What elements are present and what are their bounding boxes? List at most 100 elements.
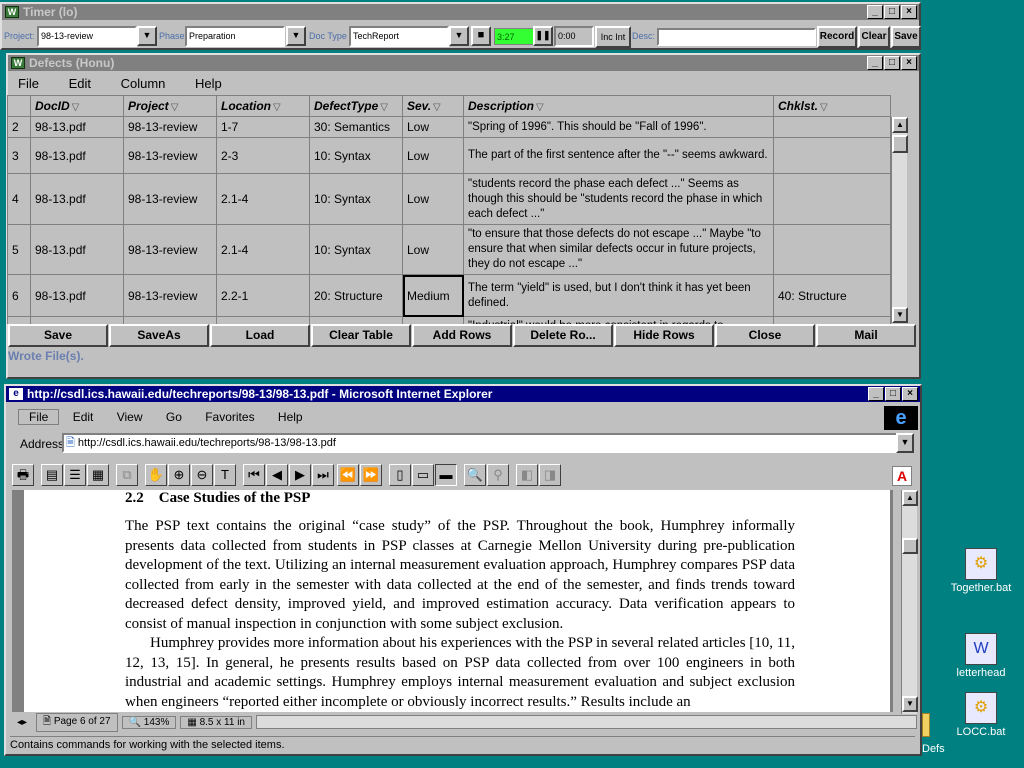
cell-description[interactable]: "Industrial" would be more consistent in… [463, 316, 774, 324]
filter-icon[interactable]: ▽ [273, 102, 281, 113]
cell-checklist[interactable] [773, 116, 891, 138]
doctype-select[interactable]: TechReport [349, 26, 449, 47]
cell-defecttype[interactable]: 20: Structure [309, 274, 403, 317]
horizontal-scrollbar[interactable] [256, 715, 917, 729]
cell-description[interactable]: "to ensure that those defects do not esc… [463, 224, 774, 275]
table-row[interactable]: 6 98-13.pdf 98-13-review 2.2-1 20: Structure… [7, 274, 891, 317]
doctype-dropdown-icon[interactable]: ▼ [449, 26, 469, 46]
cell-docid[interactable]: 98-13.pdf [30, 274, 124, 317]
text-select-icon[interactable]: T [214, 464, 236, 486]
minimize-icon[interactable]: _ [867, 56, 883, 70]
clear-button[interactable]: Clear [858, 26, 890, 48]
maximize-icon[interactable]: □ [884, 56, 900, 70]
scroll-thumb[interactable] [902, 538, 918, 554]
next-highlight-icon[interactable]: ◨ [539, 464, 561, 486]
scroll-up-icon[interactable]: ▲ [902, 490, 918, 506]
stop-button[interactable]: ■ [471, 26, 491, 46]
prev-page-icon[interactable]: ◀ [266, 464, 288, 486]
load-button[interactable]: Load [210, 324, 310, 347]
scroll-down-icon[interactable]: ▼ [892, 307, 908, 323]
hide-rows-button[interactable]: Hide Rows [614, 324, 714, 347]
saveas-button[interactable]: SaveAs [109, 324, 209, 347]
ie-titlebar[interactable]: e http://csdl.ics.hawaii.edu/techreports… [6, 386, 920, 402]
scroll-up-icon[interactable]: ▲ [892, 117, 908, 133]
cell-location[interactable]: 2-3 [216, 137, 310, 174]
cell-defecttype[interactable]: 30: Semantics [309, 116, 403, 138]
fit-width-icon[interactable]: ▬ [435, 464, 457, 486]
defects-titlebar[interactable]: W Defects (Honu) _ □ × [8, 55, 919, 71]
menu-file[interactable]: File [8, 76, 49, 91]
project-dropdown-icon[interactable]: ▼ [137, 26, 157, 46]
ie-menu-go[interactable]: Go [156, 410, 192, 424]
record-button[interactable]: Record [817, 26, 857, 48]
address-input[interactable]: 🗎 http://csdl.ics.hawaii.edu/techreports… [62, 433, 904, 453]
column-header-project[interactable]: Project ▽ [123, 95, 217, 117]
cell-defecttype[interactable] [309, 316, 403, 324]
column-header-checklist[interactable]: Chklst. ▽ [773, 95, 891, 117]
cell-docid[interactable]: 98-13.pdf [30, 224, 124, 275]
zoom-in-icon[interactable]: ⊕ [168, 464, 190, 486]
ie-menu-view[interactable]: View [107, 410, 153, 424]
cell-location[interactable]: 2.1-4 [216, 173, 310, 225]
clear-table-button[interactable]: Clear Table [311, 324, 411, 347]
next-page-icon[interactable]: ▶ [289, 464, 311, 486]
desc-input[interactable] [657, 28, 816, 46]
cell-severity[interactable] [402, 316, 464, 324]
menu-edit[interactable]: Edit [53, 76, 101, 91]
desktop-icon-locc[interactable]: ⚙ LOCC.bat [946, 692, 1016, 738]
maximize-icon[interactable]: □ [885, 387, 901, 401]
ie-menu-file[interactable]: File [18, 409, 60, 425]
minimize-icon[interactable]: _ [868, 387, 884, 401]
cell-checklist[interactable] [773, 173, 891, 225]
find-icon[interactable]: 🔍 [464, 464, 486, 486]
table-row[interactable]: 5 98-13.pdf 98-13-review 2.1-4 10: Syntax Low… [7, 224, 891, 275]
cell-project[interactable]: 98-13-review [123, 224, 217, 275]
cell-checklist[interactable]: 40: Structure [773, 274, 891, 317]
desktop-icon-letterhead[interactable]: W letterhead [946, 633, 1016, 679]
cell-project[interactable] [123, 316, 217, 324]
cell-description[interactable]: The term "yield" is used, but I don't th… [463, 274, 774, 317]
filter-icon[interactable]: ▽ [171, 102, 179, 113]
zoom-out-icon[interactable]: ⊖ [191, 464, 213, 486]
cell-docid[interactable] [30, 316, 124, 324]
pdf-scrollbar[interactable]: ▲ ▼ [901, 490, 918, 714]
cell-checklist[interactable] [773, 224, 891, 275]
cell-description[interactable]: "students record the phase each defect .… [463, 173, 774, 225]
phase-dropdown-icon[interactable]: ▼ [286, 26, 306, 46]
desktop-icon-together[interactable]: ⚙ Together.bat [946, 548, 1016, 594]
print-icon[interactable]: 🖶 [12, 464, 34, 486]
cell-location[interactable]: 2.1-4 [216, 224, 310, 275]
table-row[interactable]: 4 98-13.pdf 98-13-review 2.1-4 10: Syntax Low… [7, 173, 891, 225]
mail-button[interactable]: Mail [816, 324, 916, 347]
column-header-docid[interactable]: DocID ▽ [30, 95, 124, 117]
menu-help[interactable]: Help [179, 76, 232, 91]
timer-titlebar[interactable]: W Timer (lo) _ □ × [2, 4, 919, 20]
page-indicator[interactable]: 🗎 Page 6 of 27 [36, 712, 118, 732]
close-icon[interactable]: × [901, 5, 917, 19]
close-button[interactable]: Close [715, 324, 815, 347]
cell-project[interactable]: 98-13-review [123, 173, 217, 225]
cell-description[interactable]: The part of the first sentence after the… [463, 137, 774, 174]
page-nav-icon[interactable]: ◂▸ [12, 717, 32, 728]
cell-checklist[interactable] [773, 316, 891, 324]
save-button[interactable]: Save [8, 324, 108, 347]
cell-location[interactable] [216, 316, 310, 324]
cell-docid[interactable]: 98-13.pdf [30, 173, 124, 225]
filter-icon[interactable]: ▽ [72, 102, 80, 113]
zoom-indicator[interactable]: 🔍 143% [121, 715, 177, 729]
cell-docid[interactable]: 98-13.pdf [30, 137, 124, 174]
cell-checklist[interactable] [773, 137, 891, 174]
inc-int-button[interactable]: Inc Int [595, 26, 631, 48]
desktop-icon-partial[interactable]: Defs [922, 743, 945, 755]
actual-size-icon[interactable]: ▯ [389, 464, 411, 486]
cell-defecttype[interactable]: 10: Syntax [309, 137, 403, 174]
prev-highlight-icon[interactable]: ◧ [516, 464, 538, 486]
add-rows-button[interactable]: Add Rows [412, 324, 512, 347]
ie-menu-favorites[interactable]: Favorites [195, 410, 264, 424]
filter-icon[interactable]: ▽ [433, 102, 441, 113]
save-button[interactable]: Save [891, 26, 921, 48]
column-header-location[interactable]: Location ▽ [216, 95, 310, 117]
delete-rows-button[interactable]: Delete Ro... [513, 324, 613, 347]
cell-severity[interactable]: Low [402, 224, 464, 275]
go-back-icon[interactable]: ⏪ [337, 464, 359, 486]
